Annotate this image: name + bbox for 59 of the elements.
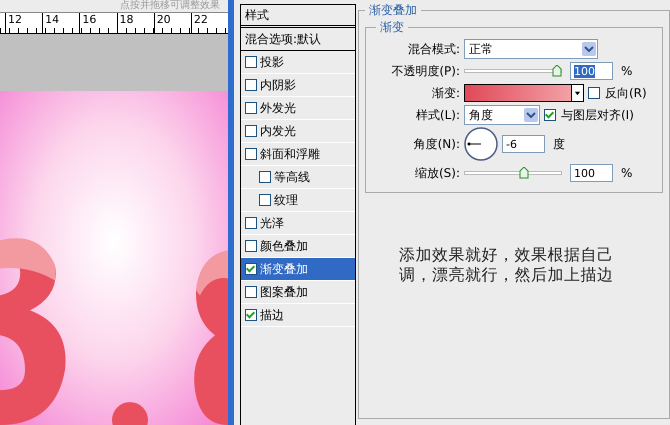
panel-title: 样式 (241, 5, 355, 28)
ruler-label: 16 (79, 13, 117, 33)
style-list-item[interactable]: 混合选项:默认 (241, 28, 355, 51)
checkbox[interactable] (245, 263, 257, 275)
style-list-item[interactable]: 内阴影 (241, 74, 355, 97)
checkbox-label: 与图层对齐(I) (561, 106, 634, 124)
opacity-input[interactable]: 100 (570, 62, 613, 80)
note-text: 添加效果就好，效果根据自己 (399, 245, 614, 265)
checkbox[interactable] (245, 56, 257, 68)
slider-thumb[interactable] (518, 167, 529, 179)
checkbox[interactable] (245, 217, 257, 229)
angle-dial[interactable] (464, 127, 498, 161)
checkbox-label: 反向(R) (605, 84, 647, 102)
ruler-label: 18 (116, 13, 154, 33)
style-dropdown[interactable]: 角度 (464, 105, 540, 125)
checkbox[interactable] (544, 109, 556, 121)
chevron-down-icon (524, 108, 538, 122)
style-list-item[interactable]: 斜面和浮雕 (241, 143, 355, 166)
style-list-item[interactable]: 光泽 (241, 212, 355, 235)
checkbox[interactable] (245, 286, 257, 298)
style-list-item[interactable]: 内发光 (241, 120, 355, 143)
style-list-item[interactable]: 图案叠加 (241, 281, 355, 304)
checkbox[interactable] (245, 102, 257, 114)
group-title: 渐变叠加 (368, 2, 418, 19)
unit-label: % (621, 64, 632, 78)
checkbox[interactable] (245, 240, 257, 252)
group-title: 渐变 (379, 19, 405, 36)
ruler-label: 12 (5, 13, 42, 33)
scale-input[interactable]: 100 (570, 164, 613, 182)
field-label: 样式(L): (414, 106, 460, 124)
slider-thumb[interactable] (552, 65, 562, 77)
field-label: 角度(N): (412, 136, 460, 152)
field-label: 渐变: (430, 84, 460, 102)
style-list-item[interactable]: 外发光 (241, 97, 355, 120)
checkbox[interactable] (245, 309, 257, 321)
style-list-item[interactable]: 渐变叠加 (241, 258, 355, 281)
blend-mode-dropdown[interactable]: 正常 (464, 39, 598, 59)
style-list-item[interactable]: 等高线 (241, 166, 355, 189)
checkbox[interactable] (245, 148, 257, 160)
chevron-down-icon (582, 42, 596, 56)
field-label: 混合模式: (406, 40, 460, 58)
unit-label: % (621, 166, 632, 180)
checkbox[interactable] (245, 79, 257, 91)
checkbox[interactable] (259, 171, 271, 183)
style-list-item[interactable]: 描边 (241, 304, 355, 327)
checkbox[interactable] (259, 194, 271, 206)
style-list-item[interactable]: 纹理 (241, 189, 355, 212)
caret-icon (571, 85, 583, 101)
checkbox[interactable] (588, 87, 600, 99)
ruler-label: 20 (154, 13, 191, 33)
style-list-item[interactable]: 投影 (241, 51, 355, 74)
field-label: 不透明度(P): (390, 62, 460, 80)
angle-input[interactable]: -6 (502, 135, 545, 153)
field-label: 缩放(S): (414, 164, 460, 182)
ruler-label: 14 (42, 13, 80, 33)
checkbox[interactable] (245, 125, 257, 137)
note-text: 调，漂亮就行，然后加上描边 (399, 265, 614, 285)
unit-label: 度 (553, 136, 565, 152)
gradient-picker[interactable] (464, 84, 584, 102)
